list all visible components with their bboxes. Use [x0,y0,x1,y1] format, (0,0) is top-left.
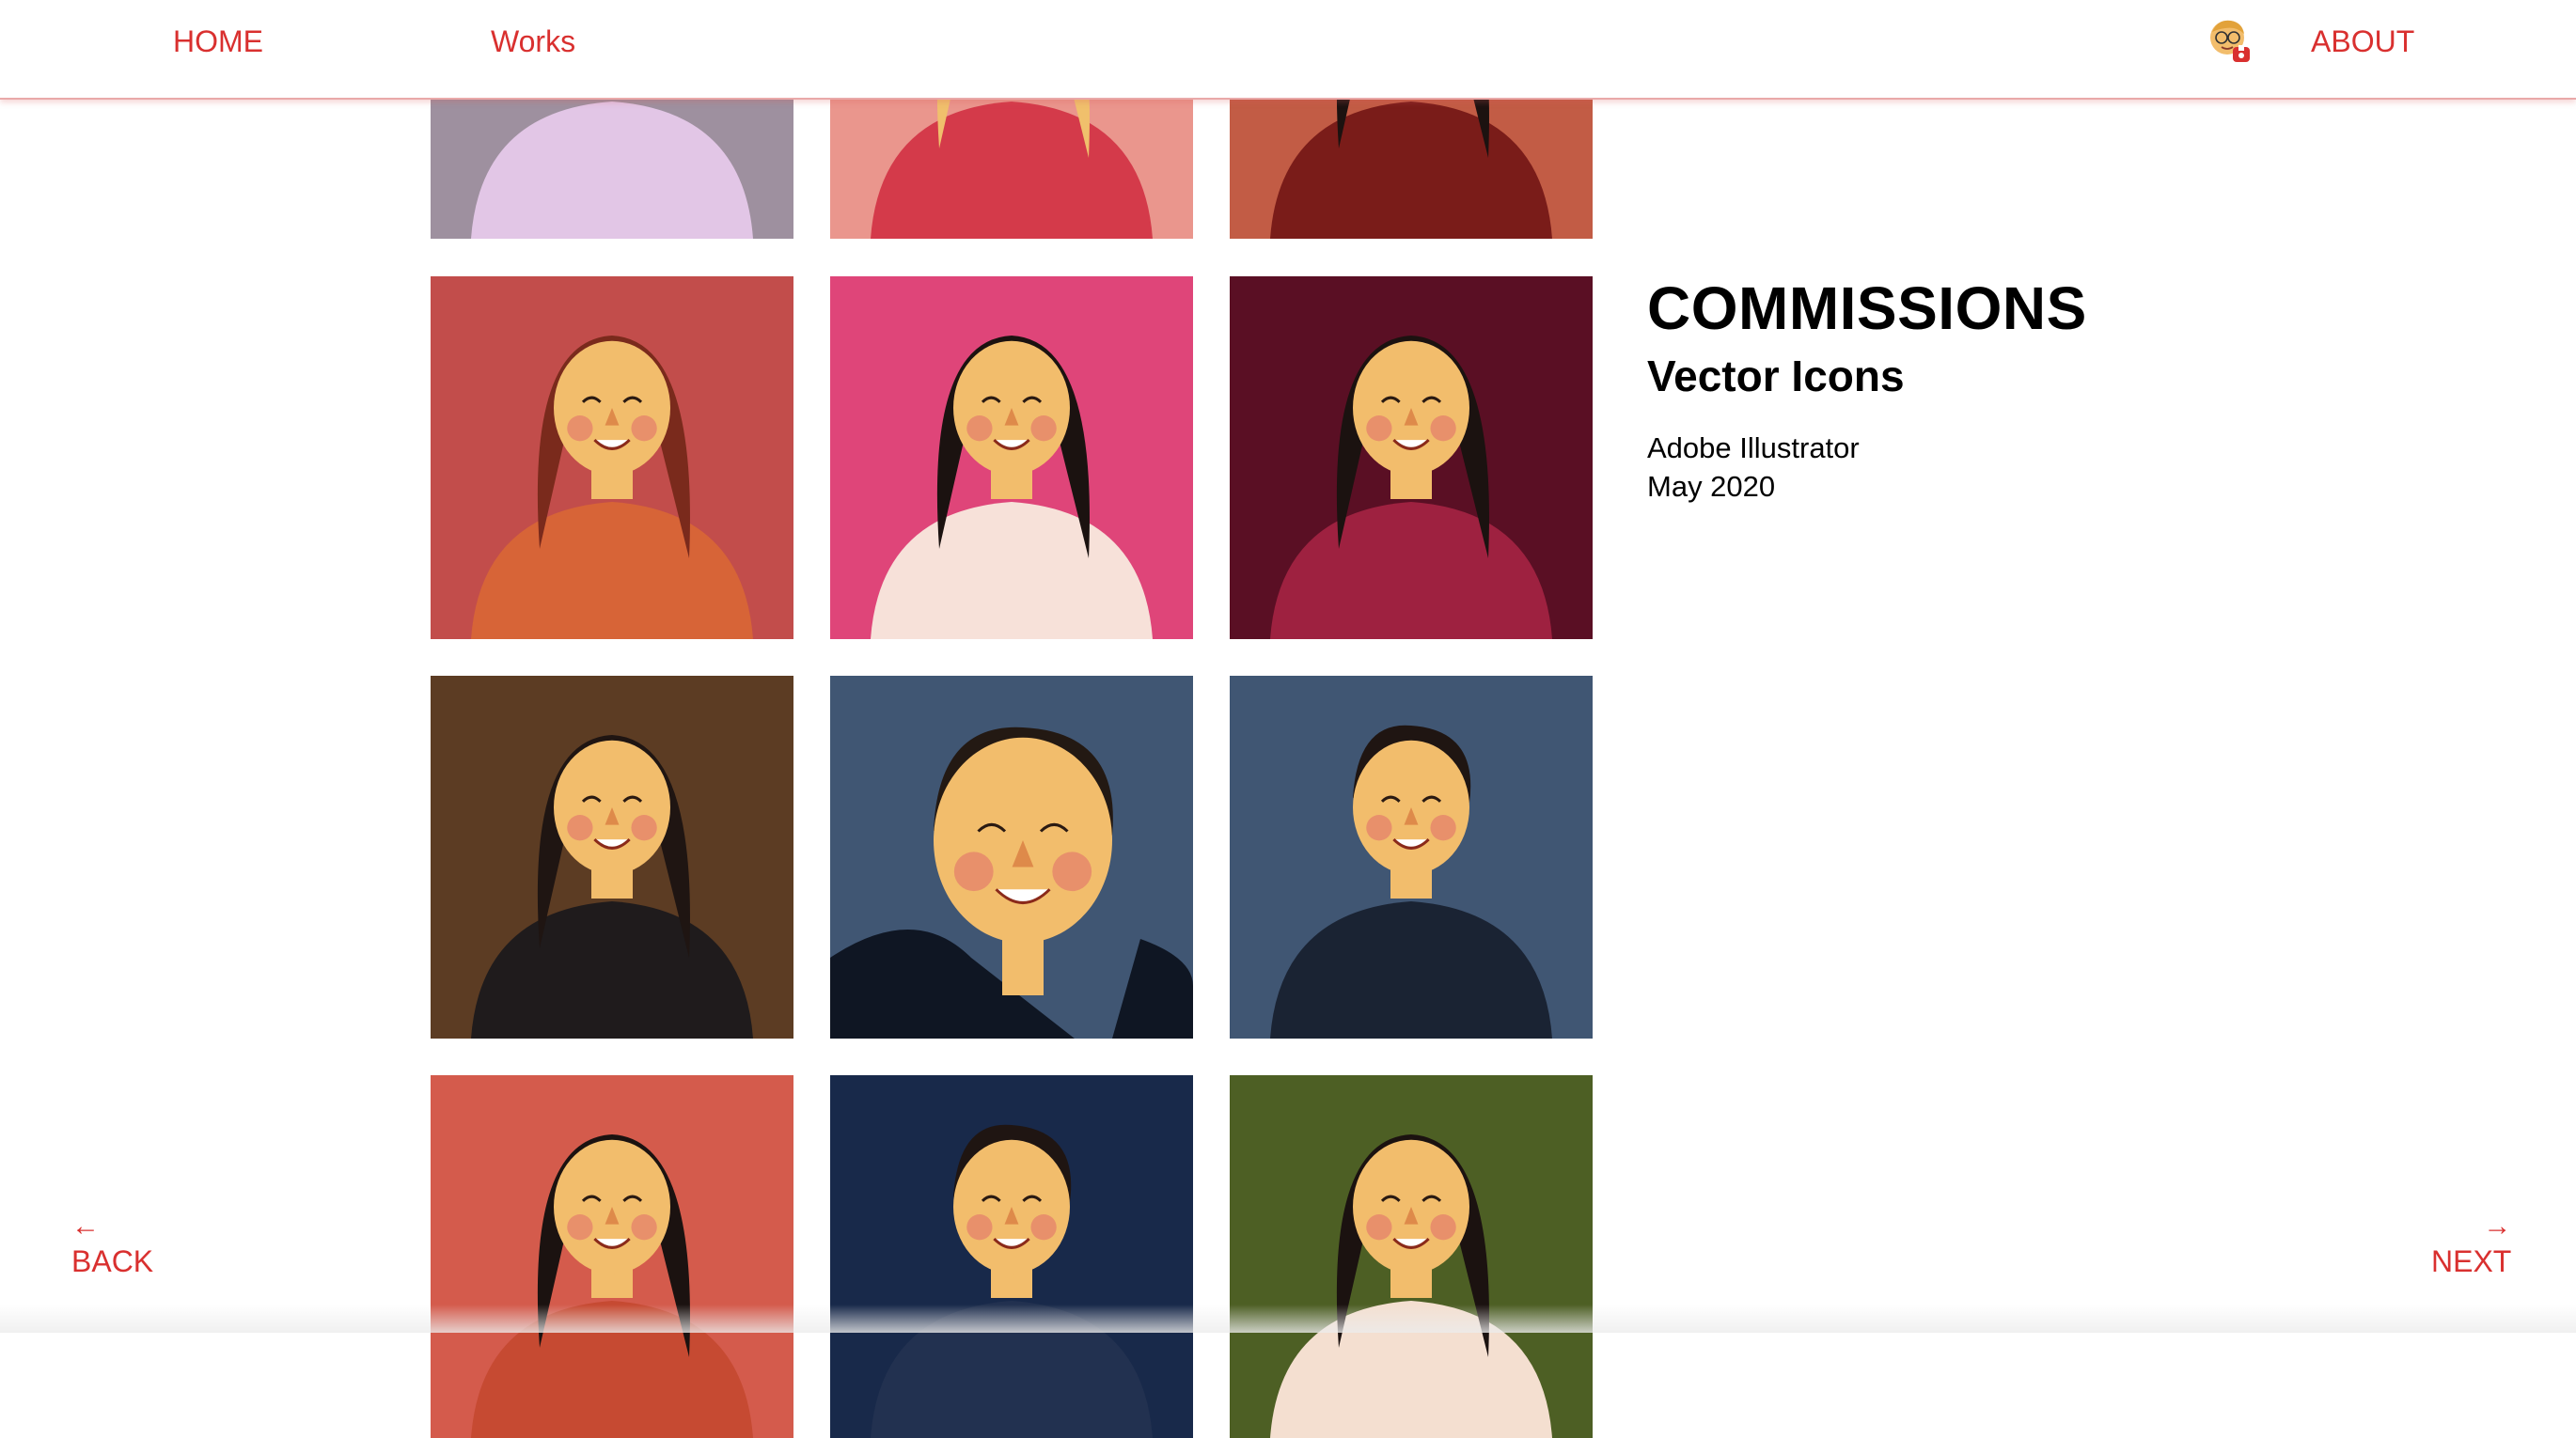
portrait-illustration [830,727,1193,1039]
portrait-tile[interactable] [431,676,793,1039]
project-title: COMMISSIONS [1647,274,2087,342]
portrait-tile[interactable] [830,1075,1193,1438]
portrait-illustration [471,735,753,1039]
nav-works-link[interactable]: Works [491,21,575,62]
portrait-illustration [1270,1134,1552,1438]
project-info-panel: COMMISSIONS Vector Icons Adobe Illustrat… [1647,273,2087,506]
portrait-tile[interactable] [830,276,1193,639]
portrait-tile[interactable] [1230,276,1593,639]
bottom-fade [0,1305,2576,1333]
project-date: May 2020 [1647,470,1776,503]
back-label: BACK [71,1244,154,1278]
project-tool: Adobe Illustrator [1647,431,1860,464]
next-button[interactable]: → NEXT [2431,1211,2511,1280]
arrow-left-icon: ← [71,1211,100,1242]
portrait-tile[interactable] [830,676,1193,1039]
cartoon-avatar-icon[interactable] [2205,17,2255,68]
next-label: NEXT [2431,1244,2512,1278]
portrait-illustration [1270,336,1552,639]
project-subtitle: Vector Icons [1647,352,1905,400]
portrait-gallery [0,0,2576,1438]
portrait-tile[interactable] [431,1075,793,1438]
portrait-illustration [471,336,753,639]
nav-about-link[interactable]: ABOUT [2311,21,2414,62]
portrait-illustration [1270,725,1552,1039]
portrait-tile[interactable] [431,276,793,639]
back-button[interactable]: ← BACK [71,1211,153,1280]
portrait-illustration [871,336,1153,639]
top-navigation-bar: HOME Works ABOUT [0,0,2576,100]
nav-home-link[interactable]: HOME [173,21,263,62]
arrow-right-icon: → [2483,1211,2512,1242]
portrait-illustration [471,1134,753,1438]
portrait-illustration [871,1124,1153,1438]
portrait-tile[interactable] [1230,1075,1593,1438]
portrait-tile[interactable] [1230,676,1593,1039]
project-meta: Adobe Illustrator May 2020 [1647,429,2087,506]
